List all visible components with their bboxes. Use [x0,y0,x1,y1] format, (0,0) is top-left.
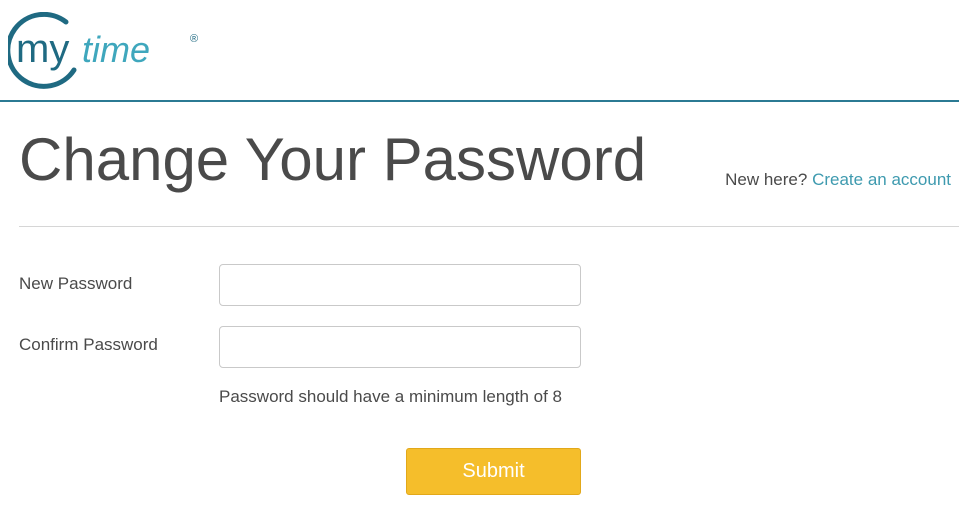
create-account-link[interactable]: Create an account [812,170,951,189]
confirm-password-input[interactable] [219,326,581,368]
confirm-password-label: Confirm Password [19,335,158,354]
title-divider [19,226,959,227]
signup-prompt-text: New here? [725,170,808,189]
page-title: Change Your Password [19,126,647,193]
change-password-page: my time ® Change Your Password New here?… [0,0,959,509]
svg-text:time: time [82,29,150,70]
svg-text:®: ® [190,33,198,45]
mytime-logo[interactable]: my time ® [8,12,208,90]
signup-prompt: New here? Create an account [725,170,951,190]
mytime-logo-icon: my time ® [8,12,198,89]
password-hint: Password should have a minimum length of… [219,387,563,406]
new-password-input[interactable] [219,264,581,306]
svg-text:my: my [16,27,69,71]
submit-button[interactable]: Submit [406,448,581,495]
site-header: my time ® [0,0,959,102]
new-password-label: New Password [19,274,133,293]
